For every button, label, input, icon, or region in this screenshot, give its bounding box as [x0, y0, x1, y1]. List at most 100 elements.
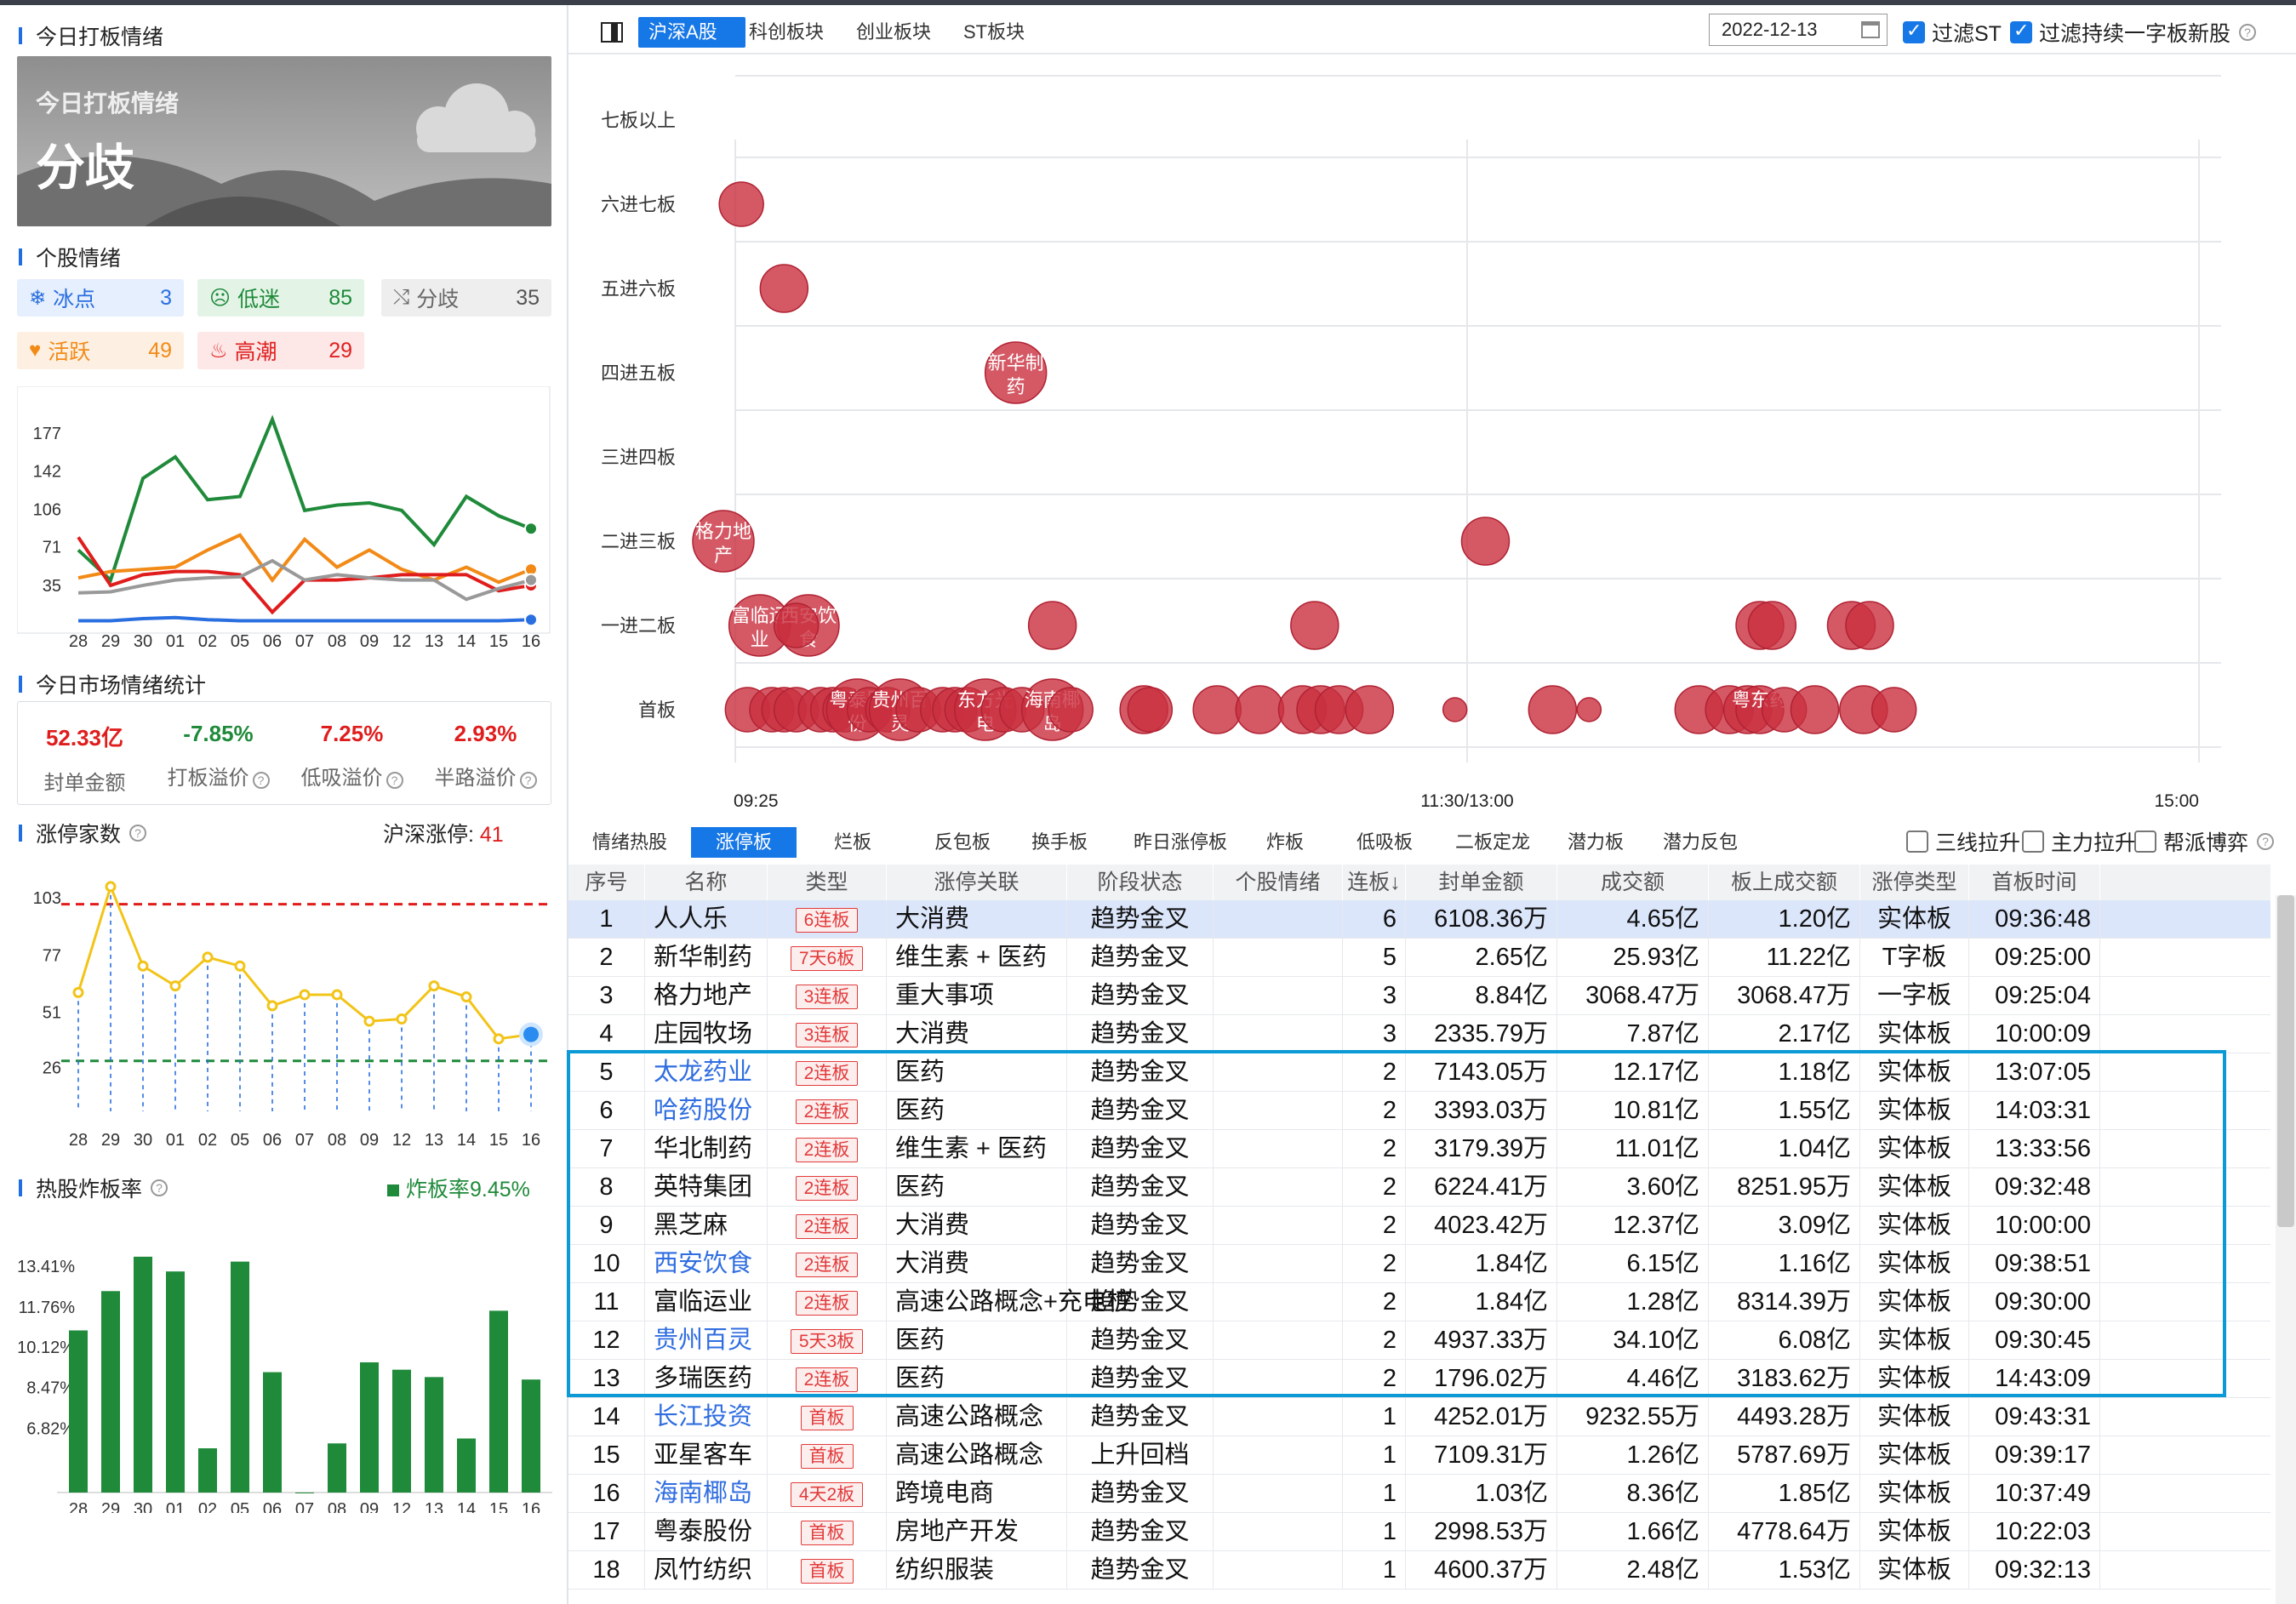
help-icon[interactable]: ? [252, 772, 270, 789]
cell-idx: 10 [568, 1245, 645, 1282]
three-line-checkbox[interactable]: 三线拉升 [1906, 827, 2020, 856]
tab-board-3[interactable]: 反包板 [924, 827, 1001, 858]
cell-name[interactable]: 庄园牧场 [645, 1015, 768, 1053]
table-row[interactable]: 14 长江投资 首板 高速公路概念 趋势金叉 1 4252.01万 9232.55万 4493.… [568, 1398, 2270, 1436]
tab-market-0[interactable]: 沪深A股 [638, 17, 745, 48]
main-force-checkbox[interactable]: 主力拉升 [2022, 827, 2136, 856]
col-header-name[interactable]: 名称 [645, 865, 768, 900]
filter-new-stock-checkbox[interactable]: 过滤持续一字板新股? [2010, 18, 2257, 47]
cell-stage: 趋势金叉 [1067, 1130, 1214, 1167]
cell-name[interactable]: 新华制药 [645, 939, 768, 976]
cell-name[interactable]: 英特集团 [645, 1168, 768, 1206]
filter-st-checkbox[interactable]: 过滤ST [1903, 18, 2002, 47]
cell-seal: 1.84亿 [1406, 1245, 1557, 1282]
cell-name[interactable]: 海南椰岛 [645, 1475, 768, 1512]
cell-kind: 实体板 [1860, 1168, 1969, 1206]
table-row[interactable]: 2 新华制药 7天6板 维生素 + 医药 趋势金叉 5 2.65亿 25.93亿 11.22亿 T… [568, 939, 2270, 977]
cell-name[interactable]: 长江投资 [645, 1398, 768, 1436]
table-row[interactable]: 8 英特集团 2连板 医药 趋势金叉 2 6224.41万 3.60亿 8251.95万 实体板 0… [568, 1168, 2270, 1207]
bar [69, 1330, 88, 1493]
help-icon[interactable]: ? [2239, 24, 2257, 41]
tab-board-0[interactable]: 情绪热股 [582, 827, 677, 858]
tab-board-9[interactable]: 潜力板 [1557, 827, 1634, 858]
tab-market-2[interactable]: 创业板块 [846, 17, 941, 48]
table-row[interactable]: 15 亚星客车 首板 高速公路概念 上升回档 1 7109.31万 1.26亿 5787.69万… [568, 1436, 2270, 1475]
panel-toggle-icon[interactable] [601, 22, 623, 43]
cell-name[interactable]: 太龙药业 [645, 1053, 768, 1091]
cell-type: 3连板 [768, 977, 887, 1014]
tab-board-10[interactable]: 潜力反包 [1653, 827, 1748, 858]
cell-name[interactable]: 人人乐 [645, 900, 768, 938]
cell-idx: 11 [568, 1283, 645, 1321]
col-header-mood[interactable]: 个股情绪 [1214, 865, 1343, 900]
table-row[interactable]: 1 人人乐 6连板 大消费 趋势金叉 6 6108.36万 4.65亿 1.20亿 实体板 09:3… [568, 900, 2270, 939]
table-row[interactable]: 13 多瑞医药 2连板 医药 趋势金叉 2 1796.02万 4.46亿 3183.62万 实体板… [568, 1360, 2270, 1398]
col-header-kind[interactable]: 涨停类型 [1860, 865, 1969, 900]
table-row[interactable]: 5 太龙药业 2连板 医药 趋势金叉 2 7143.05万 12.17亿 1.18亿 实体板 13:… [568, 1053, 2270, 1092]
col-header-idx[interactable]: 序号 [568, 865, 645, 900]
table-row[interactable]: 11 富临运业 2连板 高速公路概念+充电桩 趋势金叉 2 1.84亿 1.28亿 8314.3… [568, 1283, 2270, 1321]
table-row[interactable]: 16 海南椰岛 4天2板 跨境电商 趋势金叉 1 1.03亿 8.36亿 1.85亿 实体板 10:… [568, 1475, 2270, 1513]
col-header-board_amt[interactable]: 板上成交额 [1709, 865, 1860, 900]
cell-name[interactable]: 凤竹纺织 [645, 1551, 768, 1589]
x-tick-label: 13 [425, 632, 443, 651]
col-header-seal[interactable]: 封单金额 [1406, 865, 1557, 900]
cell-stage: 趋势金叉 [1067, 1360, 1214, 1397]
table-row[interactable]: 12 贵州百灵 5天3板 医药 趋势金叉 2 4937.33万 34.10亿 6.08亿 实体板 0… [568, 1321, 2270, 1360]
cell-assoc: 高速公路概念 [887, 1436, 1067, 1474]
gang-game-checkbox[interactable]: 帮派博弈? [2134, 827, 2275, 856]
cell-assoc: 大消费 [887, 1245, 1067, 1282]
table-row[interactable]: 4 庄园牧场 3连板 大消费 趋势金叉 3 2335.79万 7.87亿 2.17亿 实体板 10:… [568, 1015, 2270, 1053]
tab-board-8[interactable]: 二板定龙 [1445, 827, 1540, 858]
table-row[interactable]: 3 格力地产 3连板 重大事项 趋势金叉 3 8.84亿 3068.47万 3068.47万 一字… [568, 977, 2270, 1015]
help-icon[interactable]: ? [151, 1179, 168, 1196]
tab-board-6[interactable]: 炸板 [1256, 827, 1314, 858]
cell-lb: 1 [1343, 1551, 1406, 1589]
data-point [460, 991, 472, 1003]
tab-board-1[interactable]: 涨停板 [691, 827, 797, 858]
help-icon[interactable]: ? [386, 772, 403, 789]
cell-name[interactable]: 格力地产 [645, 977, 768, 1014]
table-row[interactable]: 18 凤竹纺织 首板 纺织服装 趋势金叉 1 4600.37万 2.48亿 1.53亿 实体板 09… [568, 1551, 2270, 1590]
table-row[interactable]: 6 哈药股份 2连板 医药 趋势金叉 2 3393.03万 10.81亿 1.55亿 实体板 14:… [568, 1092, 2270, 1130]
cell-name[interactable]: 粤泰股份 [645, 1513, 768, 1550]
cell-name[interactable]: 华北制药 [645, 1130, 768, 1167]
cell-name[interactable]: 哈药股份 [645, 1092, 768, 1129]
cell-name[interactable]: 黑芝麻 [645, 1207, 768, 1244]
cell-name[interactable]: 亚星客车 [645, 1436, 768, 1474]
help-icon[interactable]: ? [2257, 833, 2275, 850]
tab-market-1[interactable]: 科创板块 [739, 17, 834, 48]
col-header-type[interactable]: 类型 [768, 865, 887, 900]
scrollbar-thumb[interactable] [2277, 895, 2294, 1227]
tab-market-3[interactable]: ST板块 [953, 17, 1035, 48]
col-header-time[interactable]: 首板时间 [1969, 865, 2100, 900]
help-icon[interactable]: ? [129, 825, 147, 842]
calendar-icon[interactable] [1861, 21, 1880, 38]
board-bubble [1845, 601, 1894, 650]
cell-idx: 6 [568, 1092, 645, 1129]
cell-name[interactable]: 贵州百灵 [645, 1321, 768, 1359]
y-tick-label: 103 [33, 889, 61, 908]
help-icon[interactable]: ? [519, 772, 537, 789]
tab-board-4[interactable]: 换手板 [1021, 827, 1098, 858]
table-row[interactable]: 17 粤泰股份 首板 房地产开发 趋势金叉 1 2998.53万 1.66亿 4778.64万实… [568, 1513, 2270, 1551]
table-row[interactable]: 9 黑芝麻 2连板 大消费 趋势金叉 2 4023.42万 12.37亿 3.09亿 实体板 10:… [568, 1207, 2270, 1245]
cell-amount: 1.66亿 [1557, 1513, 1709, 1550]
date-picker[interactable]: 2022-12-13 [1709, 14, 1888, 46]
tab-board-2[interactable]: 烂板 [824, 827, 882, 858]
y-tick-label: 26 [43, 1059, 61, 1078]
tab-board-7[interactable]: 低吸板 [1346, 827, 1423, 858]
col-header-stage[interactable]: 阶段状态 [1067, 865, 1214, 900]
tab-board-5[interactable]: 昨日涨停板 [1123, 827, 1237, 858]
col-header-assoc[interactable]: 涨停关联 [887, 865, 1067, 900]
board-bubble [1027, 601, 1077, 650]
table-row[interactable]: 7 华北制药 2连板 维生素 + 医药 趋势金叉 2 3179.39万 11.01亿 1.04亿… [568, 1130, 2270, 1168]
chip-value: 3 [160, 285, 172, 310]
bar [101, 1291, 120, 1493]
col-header-amount[interactable]: 成交额 [1557, 865, 1709, 900]
cell-name[interactable]: 富临运业 [645, 1283, 768, 1321]
table-row[interactable]: 10 西安饮食 2连板 大消费 趋势金叉 2 1.84亿 6.15亿 1.16亿 实体板 09:38… [568, 1245, 2270, 1283]
cell-name[interactable]: 多瑞医药 [645, 1360, 768, 1397]
cell-name[interactable]: 西安饮食 [645, 1245, 768, 1282]
col-header-lb[interactable]: 连板↓ [1343, 865, 1406, 900]
